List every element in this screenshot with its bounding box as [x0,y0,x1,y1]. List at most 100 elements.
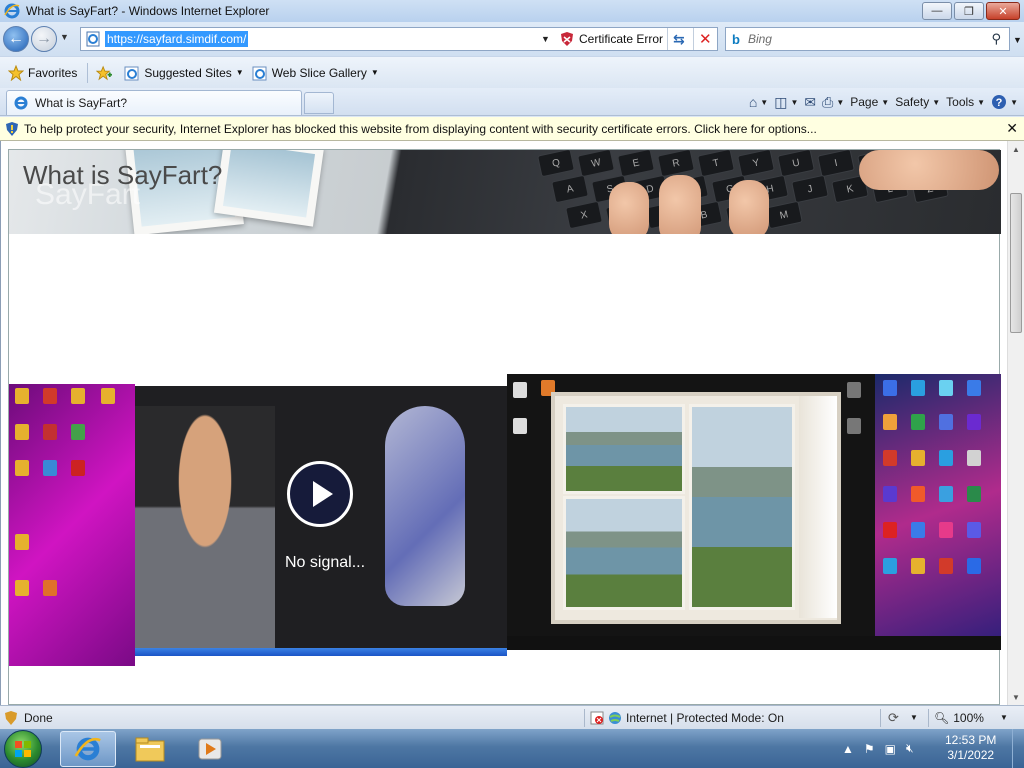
safety-menu[interactable]: Safety ▼ [895,95,940,109]
search-input[interactable]: Bing [748,32,772,46]
certificate-error-icon[interactable] [559,31,575,47]
address-separator [693,28,694,50]
url-text[interactable]: https://sayfard.simdif.com/ [105,31,249,47]
tab-what-is-sayfart[interactable]: What is SayFart? [6,90,302,115]
minimize-button[interactable]: — [922,2,952,20]
scroll-up-icon[interactable]: ▲ [1008,141,1024,157]
close-button[interactable]: ✕ [986,2,1020,20]
show-desktop-button[interactable] [1012,729,1024,768]
system-tray: ▲ ⚑ ▣ 🔇︎ [842,729,914,768]
information-bar[interactable]: To help protect your security, Internet … [0,117,1024,141]
navigation-bar: ← → ▼ https://sayfard.simdif.com/ ▼ Cert… [0,22,1024,56]
information-bar-message[interactable]: To help protect your security, Internet … [24,122,817,136]
ie-page-icon [124,65,140,81]
status-separator [928,709,929,727]
chevron-down-icon: ▼ [790,97,799,107]
safety-menu-label: Safety [895,95,930,109]
zoom-control[interactable]: 🔍︎ 100% ▼ [934,711,1008,725]
read-mail-button[interactable]: ✉ [804,94,816,111]
web-content-area: QWERTYUIOPASDFGHJKLZXCVBNM SayFart What … [0,141,1024,705]
vertical-scrollbar[interactable]: ▲ ▼ [1007,141,1024,705]
chevron-down-icon: ▼ [999,713,1008,722]
keyboard-key: R [657,150,695,178]
forward-button[interactable]: → [31,26,57,52]
favorites-separator [87,62,89,83]
new-tab-button[interactable] [304,92,334,114]
search-box[interactable]: b Bing ⚲ [725,27,1010,51]
page-title: What is SayFart? [23,160,223,190]
scroll-down-icon[interactable]: ▼ [1008,689,1024,705]
printer-icon: ⎙ [822,93,834,110]
security-shield-icon [6,121,18,136]
open-window-image [551,392,841,624]
status-separator [880,709,881,727]
back-button[interactable]: ← [3,26,29,52]
security-zone[interactable]: Internet | Protected Mode: On [590,711,784,725]
feeds-button[interactable]: ◫ ▼ [774,94,798,111]
action-center-flag-icon[interactable]: ⚑ [864,742,875,756]
show-hidden-icons-icon[interactable]: ▲ [842,742,854,756]
play-button[interactable] [287,461,353,527]
popup-blocker-icon[interactable]: ⟳ [888,710,899,726]
keyboard-key: Q [537,150,575,178]
desktop-screenshot-pink [9,384,135,666]
stop-icon[interactable]: ✕ [699,30,712,48]
favorites-button[interactable]: Favorites [8,64,77,81]
search-icon[interactable]: ⚲ [991,31,1001,47]
certificate-error-label[interactable]: Certificate Error [579,32,663,46]
home-icon: ⌂ [748,94,758,110]
forward-arrow-icon: → [36,30,52,47]
page-menu-label: Page [850,95,879,109]
web-page: QWERTYUIOPASDFGHJKLZXCVBNM SayFart What … [8,149,1001,705]
back-arrow-icon: ← [8,30,24,47]
keyboard-key: W [577,150,615,178]
status-separator [584,709,585,727]
star-icon [8,64,24,81]
chevron-down-icon: ▼ [881,97,890,107]
scrollbar-thumb[interactable] [1010,193,1022,333]
help-button[interactable]: ? ▼ [991,94,1018,110]
home-button[interactable]: ⌂ ▼ [749,94,768,110]
taskbar-media-player[interactable] [182,731,238,767]
address-dropdown-icon[interactable]: ▼ [541,34,550,44]
keyboard-key: Y [737,150,775,178]
chevron-down-icon: ▼ [977,97,986,107]
suggested-sites-label: Suggested Sites [144,65,232,80]
keyboard-key: A [551,174,589,204]
video-player[interactable]: No signal... [135,386,507,656]
keyboard-key: J [791,174,829,204]
maximize-button[interactable]: ❐ [954,2,984,20]
close-information-bar-icon[interactable]: ✕ [1006,120,1018,137]
security-zone-label: Internet | Protected Mode: On [626,710,784,725]
keyboard-key: T [697,150,735,178]
volume-muted-icon[interactable]: 🔇︎ [906,741,914,756]
play-icon [313,481,333,507]
window-controls: — ❐ ✕ [922,2,1020,20]
window-title: What is SayFart? - Windows Internet Expl… [26,4,270,18]
clock-time: 12:53 PM [945,733,997,747]
refresh-icon[interactable]: ⇆ [673,31,685,48]
web-slice-gallery-button[interactable]: Web Slice Gallery ▼ [252,65,379,81]
search-dropdown-icon[interactable]: ▼ [1013,35,1022,45]
page-menu[interactable]: Page ▼ [850,95,889,109]
chevron-down-icon[interactable]: ▼ [910,713,918,722]
taskbar-internet-explorer[interactable] [60,731,116,767]
network-icon[interactable]: ▣ [885,742,896,756]
internet-explorer-icon [74,737,101,761]
start-button[interactable] [4,730,42,768]
tools-menu[interactable]: Tools ▼ [946,95,985,109]
system-clock[interactable]: 12:53 PM 3/1/2022 [945,733,996,763]
print-button[interactable]: ⎙ ▼ [822,94,844,111]
polaroid-photo [213,150,325,227]
chevron-down-icon: ▼ [235,68,244,77]
add-to-favorites-bar-button[interactable] [96,65,116,81]
ie-page-icon [14,96,28,110]
address-bar[interactable]: https://sayfard.simdif.com/ ▼ Certificat… [80,27,718,51]
bing-icon: b [732,31,740,47]
video-overlay-text: No signal... [285,554,366,571]
taskbar-windows-explorer[interactable] [122,731,178,767]
page-icon [86,31,100,47]
suggested-sites-button[interactable]: Suggested Sites ▼ [124,65,244,81]
recent-pages-dropdown[interactable]: ▼ [60,32,69,42]
keyboard-key: I [817,150,855,178]
